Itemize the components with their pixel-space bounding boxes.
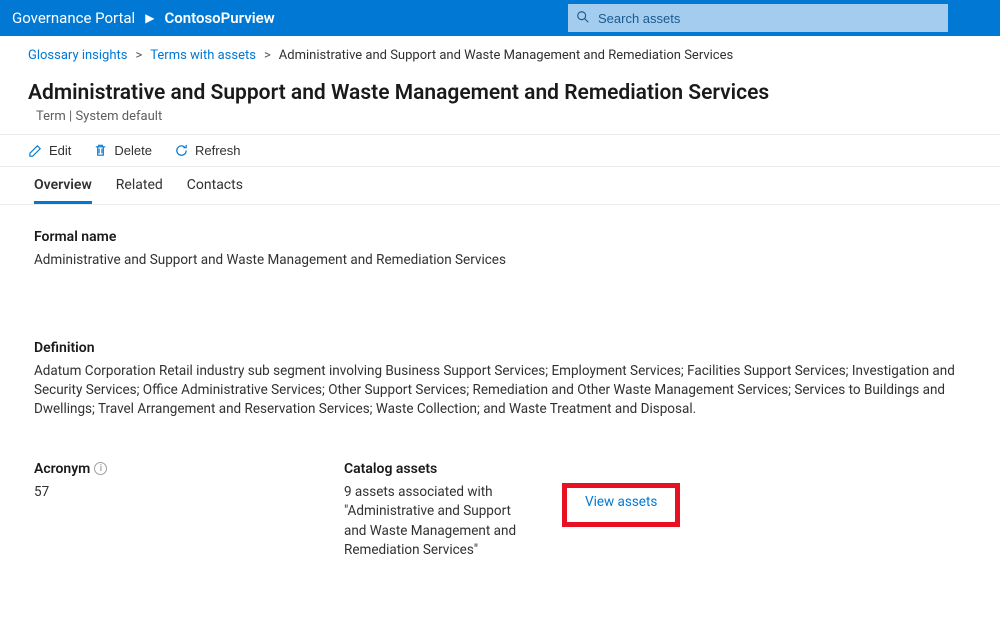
search-icon: [576, 10, 590, 24]
page-subtitle: Term | System default: [28, 109, 972, 124]
formal-name-heading: Formal name: [34, 229, 966, 245]
delete-label: Delete: [114, 143, 152, 158]
account-name: ContosoPurview: [164, 9, 274, 27]
edit-label: Edit: [49, 143, 71, 158]
definition-section: Definition Adatum Corporation Retail ind…: [34, 340, 966, 419]
columns: Acronym i 57 Catalog assets 9 assets ass…: [34, 461, 966, 561]
info-icon[interactable]: i: [94, 462, 107, 475]
search-input[interactable]: [568, 4, 948, 32]
view-assets-link[interactable]: View assets: [585, 494, 657, 510]
breadcrumb-terms-with-assets[interactable]: Terms with assets: [150, 48, 256, 63]
formal-name-value: Administrative and Support and Waste Man…: [34, 251, 966, 270]
refresh-icon: [174, 143, 189, 158]
refresh-label: Refresh: [195, 143, 241, 158]
breadcrumb: Glossary insights > Terms with assets > …: [0, 36, 1000, 75]
tab-overview[interactable]: Overview: [34, 177, 92, 204]
breadcrumb-sep-icon: >: [264, 48, 271, 63]
page-title: Administrative and Support and Waste Man…: [28, 81, 972, 105]
definition-value: Adatum Corporation Retail industry sub s…: [34, 362, 966, 419]
catalog-assets-description: 9 assets associated with "Administrative…: [344, 483, 534, 561]
definition-heading: Definition: [34, 340, 966, 356]
refresh-button[interactable]: Refresh: [174, 143, 241, 158]
breadcrumb-glossary-insights[interactable]: Glossary insights: [28, 48, 127, 63]
catalog-assets-section: Catalog assets 9 assets associated with …: [344, 461, 966, 561]
formal-name-section: Formal name Administrative and Support a…: [34, 229, 966, 270]
catalog-assets-heading: Catalog assets: [344, 461, 966, 477]
portal-title: Governance Portal: [12, 9, 135, 27]
toolbar: Edit Delete Refresh: [0, 134, 1000, 167]
view-assets-highlight: View assets: [562, 483, 680, 527]
page-header: Administrative and Support and Waste Man…: [0, 75, 1000, 134]
acronym-section: Acronym i 57: [34, 461, 304, 561]
breadcrumb-current: Administrative and Support and Waste Man…: [279, 48, 733, 63]
delete-button[interactable]: Delete: [93, 143, 152, 158]
acronym-heading-row: Acronym i: [34, 461, 304, 477]
top-bar: Governance Portal ▶ ContosoPurview: [0, 0, 1000, 36]
assets-row: 9 assets associated with "Administrative…: [344, 483, 966, 561]
tab-contacts[interactable]: Contacts: [187, 177, 243, 204]
breadcrumb-sep-icon: >: [135, 48, 142, 63]
search-box: [568, 4, 948, 32]
acronym-heading: Acronym: [34, 461, 90, 477]
chevron-right-icon: ▶: [145, 11, 154, 25]
edit-button[interactable]: Edit: [28, 143, 71, 158]
tabs: Overview Related Contacts: [0, 167, 1000, 205]
trash-icon: [93, 143, 108, 158]
tab-related[interactable]: Related: [116, 177, 163, 204]
content: Formal name Administrative and Support a…: [0, 205, 1000, 585]
acronym-value: 57: [34, 483, 304, 502]
pencil-icon: [28, 143, 43, 158]
